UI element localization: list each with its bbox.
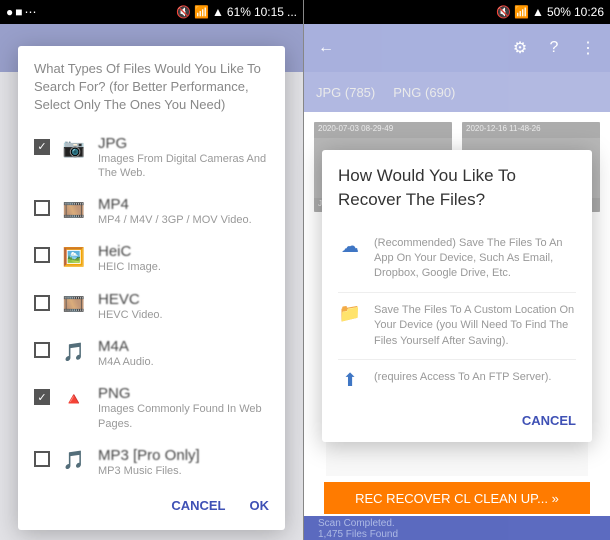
cone-icon: 🔺 xyxy=(60,387,88,411)
file-row-hevc[interactable]: 🎞️ HEVC HEVC Video. xyxy=(34,283,269,330)
app-bar: ← ⚙ ? ⋮ xyxy=(304,24,610,72)
back-icon[interactable]: ← xyxy=(314,36,338,60)
video-icon: ■ xyxy=(15,5,22,19)
file-row-heic[interactable]: 🖼️ HeiC HEIC Image. xyxy=(34,235,269,282)
film-icon: 🎞️ xyxy=(60,198,88,222)
checkbox-hevc[interactable] xyxy=(34,295,50,311)
file-row-jpg[interactable]: 📷 JPG Images From Digital Cameras And Th… xyxy=(34,127,269,189)
signal-icon: ▲ xyxy=(532,5,544,19)
wifi-icon: 📶 xyxy=(194,5,209,19)
file-row-png[interactable]: 🔺 PNG Images Commonly Found In Web Pages… xyxy=(34,377,269,439)
cancel-button[interactable]: CANCEL xyxy=(522,413,576,428)
scan-status: Scan Completed. 1,475 Files Found xyxy=(304,516,610,540)
recover-option-ftp[interactable]: ⬆ (requires Access To An FTP Server). xyxy=(338,360,576,401)
cancel-button[interactable]: CANCEL xyxy=(171,498,225,513)
recover-option-app[interactable]: ☁ (Recommended) Save The Files To An App… xyxy=(338,226,576,293)
checkbox-mp3[interactable] xyxy=(34,451,50,467)
signal-icon: ▲ xyxy=(212,5,224,19)
rec-icon: ● xyxy=(6,5,13,19)
battery-text: 50% xyxy=(547,5,571,19)
status-bar: ● ■ ⋯ 🔇 📶 ▲ 61% 10:15 ... xyxy=(0,0,303,24)
help-icon[interactable]: ? xyxy=(542,36,566,60)
tabs: JPG (785) PNG (690) xyxy=(304,72,610,112)
file-row-mp4[interactable]: 🎞️ MP4 MP4 / M4V / 3GP / MOV Video. xyxy=(34,188,269,235)
mute-icon: 🔇 xyxy=(496,5,511,19)
camera-icon: 📷 xyxy=(60,137,88,161)
dialog-title: How Would You Like To Recover The Files? xyxy=(338,164,576,212)
more-dots: ... xyxy=(287,5,297,19)
screenshot-right: 🔇 📶 ▲ 50% 10:26 ← ⚙ ? ⋮ JPG (785) PNG (6… xyxy=(304,0,610,540)
battery-text: 61% xyxy=(227,5,251,19)
mute-icon: 🔇 xyxy=(176,5,191,19)
music-icon: 🎵 xyxy=(60,340,88,364)
status-bar: 🔇 📶 ▲ 50% 10:26 xyxy=(304,0,610,24)
recover-dialog: How Would You Like To Recover The Files?… xyxy=(322,150,592,442)
music-icon: 🎵 xyxy=(60,449,88,473)
checkbox-m4a[interactable] xyxy=(34,342,50,358)
wifi-icon: 📶 xyxy=(514,5,529,19)
file-types-dialog: What Types Of Files Would You Like To Se… xyxy=(18,46,285,530)
file-row-m4a[interactable]: 🎵 M4A M4A Audio. xyxy=(34,330,269,377)
image-icon: 🖼️ xyxy=(60,245,88,269)
clock: 10:15 xyxy=(254,5,284,19)
blank-region xyxy=(326,436,588,476)
recover-option-custom[interactable]: 📁 Save The Files To A Custom Location On… xyxy=(338,293,576,360)
ok-button[interactable]: OK xyxy=(250,498,270,513)
checkbox-png[interactable] xyxy=(34,389,50,405)
recover-cleanup-button[interactable]: REC RECOVER CL CLEAN UP... » xyxy=(324,482,590,514)
folder-icon: 📁 xyxy=(338,303,362,349)
dialog-title: What Types Of Files Would You Like To Se… xyxy=(34,60,269,115)
upload-icon: ⬆ xyxy=(338,370,362,391)
checkbox-heic[interactable] xyxy=(34,247,50,263)
film-icon: 🎞️ xyxy=(60,293,88,317)
tab-jpg[interactable]: JPG (785) xyxy=(316,85,375,100)
checkbox-jpg[interactable] xyxy=(34,139,50,155)
dots-icon: ⋯ xyxy=(25,5,37,19)
tab-png[interactable]: PNG (690) xyxy=(393,85,455,100)
file-row-mp3[interactable]: 🎵 MP3 [Pro Only] MP3 Music Files. xyxy=(34,439,269,486)
gear-icon[interactable]: ⚙ xyxy=(508,36,532,60)
menu-icon[interactable]: ⋮ xyxy=(576,36,600,60)
cloud-icon: ☁ xyxy=(338,236,362,282)
screenshot-left: ● ■ ⋯ 🔇 📶 ▲ 61% 10:15 ... What Types Of … xyxy=(0,0,304,540)
checkbox-mp4[interactable] xyxy=(34,200,50,216)
clock: 10:26 xyxy=(574,5,604,19)
